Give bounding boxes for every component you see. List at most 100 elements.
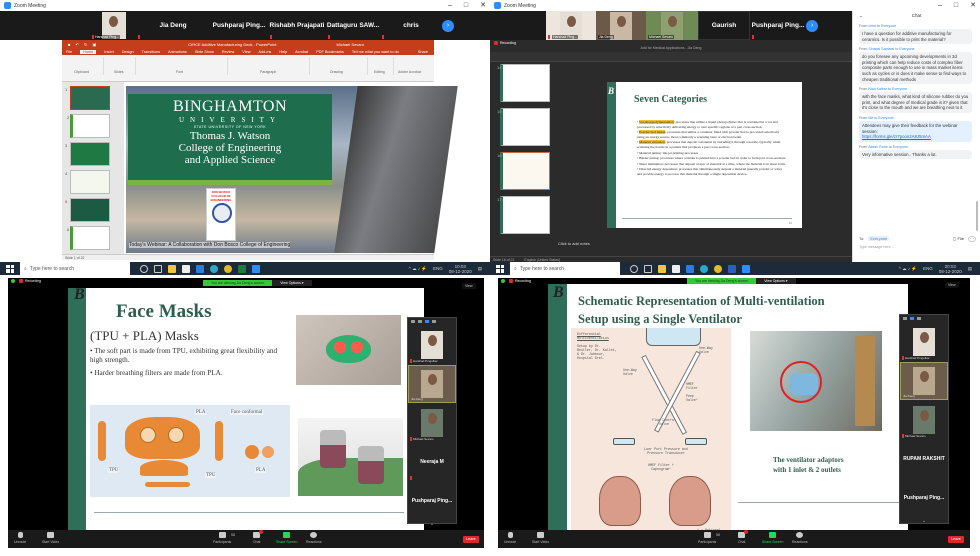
- tab-help[interactable]: Help: [279, 50, 287, 54]
- participant-tile[interactable]: Rishabh Prajapati: [268, 11, 326, 40]
- tab-review[interactable]: Review: [222, 50, 234, 54]
- minimize-button[interactable]: –: [938, 0, 942, 11]
- close-button[interactable]: ✕: [480, 0, 486, 11]
- mail-icon[interactable]: [196, 264, 204, 273]
- notes-placeholder[interactable]: Click to add notes: [558, 241, 590, 246]
- gallery-tile[interactable]: Harshad Pingulkar: [408, 326, 456, 364]
- reactions-button[interactable]: Reactions: [306, 532, 322, 544]
- slide-thumb-14[interactable]: 14: [497, 64, 550, 102]
- reactions-button[interactable]: Reactions: [792, 532, 808, 544]
- minimize-button[interactable]: –: [448, 0, 452, 11]
- start-video-button[interactable]: Start Video: [532, 532, 549, 544]
- taskbar-search[interactable]: ⌕ Type here to search: [510, 262, 620, 275]
- participant-tile[interactable]: Pushparaj Ping...: [750, 11, 806, 40]
- close-button[interactable]: ✕: [970, 0, 976, 11]
- start-button[interactable]: [496, 264, 504, 273]
- minimize-gallery-icon[interactable]: [903, 317, 907, 320]
- zoom-icon[interactable]: [742, 264, 750, 273]
- tab-pdf-bookmarks[interactable]: PDF Bookmarks: [316, 50, 344, 54]
- slide-thumb-5[interactable]: 5: [65, 198, 110, 222]
- tray-icons[interactable]: ^ ☁ ♪ ⚡: [409, 266, 427, 272]
- zoom-icon[interactable]: [252, 264, 260, 273]
- share-button[interactable]: Share: [418, 50, 428, 54]
- tab-animations[interactable]: Animations: [168, 50, 187, 54]
- slide-thumb-3[interactable]: 3: [65, 142, 110, 166]
- edge-icon[interactable]: [700, 264, 708, 273]
- task-view-icon[interactable]: [154, 264, 162, 273]
- gallery-tile[interactable]: Pushparaj Ping...: [900, 479, 948, 517]
- gallery-tile[interactable]: Pushparaj Ping...: [408, 482, 456, 520]
- clock[interactable]: 20:03 08-12-2020: [939, 264, 962, 274]
- chrome-icon[interactable]: [714, 264, 722, 273]
- tab-slideshow[interactable]: Slide Show: [195, 50, 214, 54]
- unmute-button[interactable]: Unmute: [14, 532, 26, 544]
- sender-name[interactable]: Akash Rane: [868, 145, 888, 149]
- participant-tile[interactable]: Jia Deng: [596, 11, 646, 40]
- chat-link[interactable]: https://forms.gle/zr7poon2A8J5mAA: [862, 134, 931, 139]
- notifications-icon[interactable]: ▤: [968, 266, 972, 272]
- cortana-icon[interactable]: [140, 264, 148, 273]
- tab-transitions[interactable]: Transitions: [142, 50, 160, 54]
- participant-tile[interactable]: Pushparaj Ping...: [210, 11, 268, 40]
- leave-button[interactable]: Leave: [463, 536, 479, 543]
- more-options-button[interactable]: ···: [968, 236, 976, 242]
- taskbar-search[interactable]: ⌕ Type here to search: [20, 262, 130, 275]
- tray-icons[interactable]: ^ ☁ ♪ ⚡: [899, 266, 917, 272]
- participant-tile[interactable]: Harshad Ping...: [92, 11, 136, 40]
- gallery-tile[interactable]: Jia Deng: [408, 365, 456, 403]
- gallery-tile[interactable]: Harshad Pingulkar: [900, 323, 948, 361]
- minimize-gallery-icon[interactable]: [411, 320, 415, 323]
- security-shield-icon[interactable]: [501, 279, 505, 283]
- chrome-icon[interactable]: [224, 264, 232, 273]
- gallery-tile[interactable]: Neeraja M: [408, 443, 456, 481]
- participant-tile[interactable]: Gaurish: [698, 11, 750, 40]
- tab-view[interactable]: View: [242, 50, 250, 54]
- share-screen-button[interactable]: Share Screen: [762, 532, 783, 544]
- slide-thumb-17[interactable]: 17: [497, 196, 550, 234]
- participant-tile[interactable]: Dattaguru SAW...: [326, 11, 380, 40]
- sender-name[interactable]: Me: [868, 116, 873, 120]
- leave-button[interactable]: Leave: [948, 536, 964, 543]
- file-explorer-icon[interactable]: [168, 264, 176, 273]
- chat-button[interactable]: Chat: [738, 530, 749, 544]
- speaker-view-icon[interactable]: [418, 320, 422, 323]
- store-icon[interactable]: [672, 264, 680, 273]
- mail-icon[interactable]: [686, 264, 694, 273]
- tab-file[interactable]: File: [66, 50, 72, 54]
- participant-tile[interactable]: Jia Deng: [136, 11, 210, 40]
- participants-button[interactable]: Participants: [698, 532, 716, 544]
- file-button[interactable]: ▢ File: [953, 236, 964, 241]
- security-shield-icon[interactable]: [11, 279, 15, 283]
- grid-view-icon[interactable]: [432, 320, 436, 323]
- collapse-chat-icon[interactable]: ⌄: [859, 11, 863, 21]
- sender-name[interactable]: chris: [868, 24, 876, 28]
- sender-name[interactable]: Sinapsi Saptarsi: [868, 47, 894, 51]
- participant-tile[interactable]: Harshad Ping...: [546, 11, 596, 40]
- chat-scrollbar[interactable]: [976, 201, 978, 231]
- slide-thumb-2[interactable]: 2: [67, 114, 110, 138]
- store-icon[interactable]: [182, 264, 190, 273]
- word-icon[interactable]: [728, 264, 736, 273]
- recording-indicator[interactable]: Recording: [19, 279, 41, 283]
- chat-message-input[interactable]: Type message here...: [859, 245, 894, 249]
- start-button[interactable]: [6, 264, 14, 273]
- slide-thumb-1[interactable]: 1: [65, 86, 110, 110]
- language-indicator[interactable]: ENG: [433, 266, 443, 271]
- slide-thumb-15[interactable]: 15: [497, 108, 550, 146]
- gallery-view-icon[interactable]: [425, 320, 429, 323]
- tab-home[interactable]: Home: [80, 49, 97, 54]
- grid-view-icon[interactable]: [917, 317, 921, 320]
- unmute-button[interactable]: Unmute: [504, 532, 516, 544]
- participant-tile[interactable]: chris: [380, 11, 442, 40]
- tab-design[interactable]: Design: [122, 50, 134, 54]
- next-page-button[interactable]: ›: [442, 19, 454, 32]
- start-video-button[interactable]: Start Video: [42, 532, 59, 544]
- gallery-tile[interactable]: Michael Sevaro: [900, 401, 948, 439]
- recipient-dropdown[interactable]: Everyone: [868, 236, 890, 241]
- gallery-scroll-down[interactable]: ⌄: [900, 518, 948, 524]
- tell-me-search[interactable]: Tell me what you want to do: [352, 50, 399, 54]
- gallery-tile[interactable]: Michael Sevaro: [408, 404, 456, 442]
- tab-addins[interactable]: Add-ins: [258, 50, 271, 54]
- view-options-button[interactable]: View Options ▾: [272, 280, 312, 286]
- edge-icon[interactable]: [210, 264, 218, 273]
